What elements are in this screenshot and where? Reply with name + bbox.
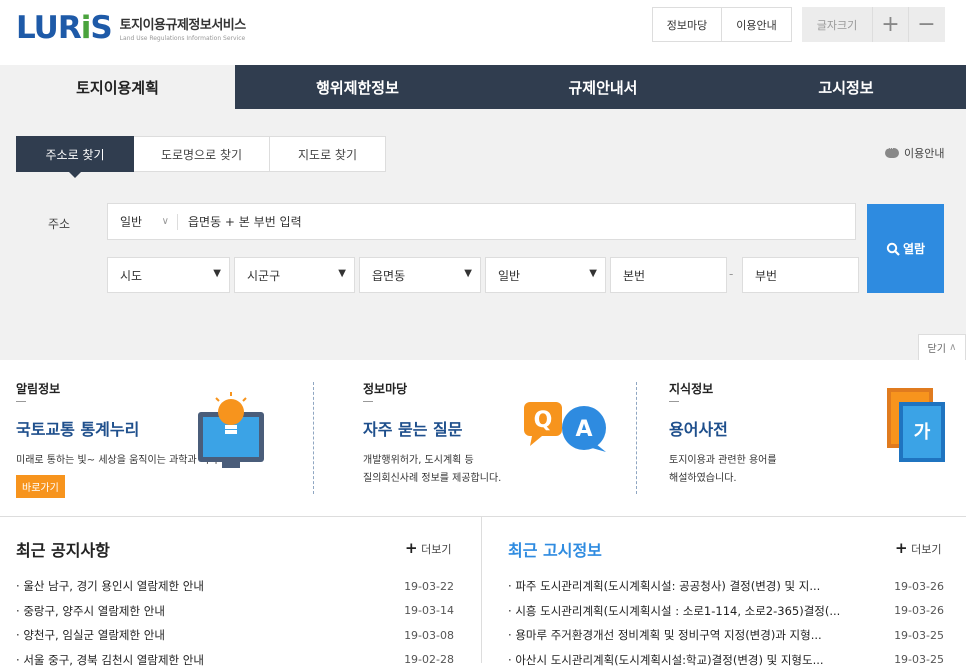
- list-item[interactable]: · 양천구, 임실군 열람제한 안내19-03-08: [16, 623, 454, 648]
- address-input-placeholder: 읍면동 + 본 부번 입력: [178, 213, 302, 230]
- search-panel: 주소로 찾기 도로명으로 찾기 지도로 찾기 이용안내 주소 일반∨ 읍면동 +…: [0, 109, 966, 360]
- tab-regulation-guide[interactable]: 규제안내서: [480, 65, 726, 109]
- plus-icon: +: [405, 539, 418, 557]
- header: LURiS 토지이용규제정보서비스 Land Use Regulations I…: [0, 0, 966, 65]
- tab-notice-info[interactable]: 고시정보: [726, 65, 966, 109]
- chevron-up-icon: ∧: [949, 342, 956, 353]
- sigungu-select[interactable]: 시군구▼: [234, 257, 355, 293]
- notices-title: 최근 공지사항: [16, 537, 110, 561]
- list-item[interactable]: · 울산 남구, 경기 용인시 열람제한 안내19-03-22: [16, 574, 454, 599]
- logo[interactable]: LURiS 토지이용규제정보서비스 Land Use Regulations I…: [16, 10, 246, 46]
- gosi-list: · 파주 도시관리계획(도시계획시설: 공공청사) 결정(변경) 및 지...1…: [508, 574, 944, 672]
- qa-bubble-icon: Q A: [522, 400, 608, 456]
- logo-english-text: Land Use Regulations Information Service: [120, 35, 246, 42]
- info-desc: 개발행위허가, 도시계획 등질의회신사례 정보를 제공합니다.: [363, 452, 603, 488]
- tab-search-address[interactable]: 주소로 찾기: [16, 136, 134, 172]
- main-nav: 토지이용계획 행위제한정보 규제안내서 고시정보: [0, 65, 966, 109]
- caret-down-icon: ▼: [589, 268, 597, 279]
- tab-land-use-plan[interactable]: 토지이용계획: [0, 65, 235, 109]
- tab-restriction-info[interactable]: 행위제한정보: [235, 65, 480, 109]
- address-label: 주소: [48, 215, 70, 232]
- chevron-down-icon: ∨: [162, 214, 169, 230]
- main-number-input[interactable]: 본번: [610, 257, 727, 293]
- info-market-button[interactable]: 정보마당: [652, 7, 722, 42]
- address-input[interactable]: 일반∨ 읍면동 + 본 부번 입력: [107, 203, 856, 240]
- list-item[interactable]: · 중랑구, 양주시 열람제한 안내19-03-14: [16, 599, 454, 624]
- info-head: 정보마당: [363, 380, 603, 397]
- usage-guide-button[interactable]: 이용안내: [722, 7, 792, 42]
- tab-search-road-name[interactable]: 도로명으로 찾기: [134, 136, 270, 172]
- list-item[interactable]: · 서울 중구, 경북 김천시 열람제한 안내19-02-28: [16, 648, 454, 672]
- number-separator: -: [729, 267, 733, 281]
- font-size-label: 글자크기: [802, 17, 872, 33]
- svg-text:A: A: [575, 417, 592, 442]
- sido-select[interactable]: 시도▼: [107, 257, 230, 293]
- font-increase-button[interactable]: +: [872, 7, 908, 42]
- logo-mark: LURiS: [16, 10, 112, 46]
- notices-more-link[interactable]: + 더보기: [405, 539, 451, 557]
- list-item[interactable]: · 시흥 도시관리계획(도시계획시설 : 소로1-114, 소로2-365)결정…: [508, 599, 944, 624]
- recent-gosi: 최근 고시정보 + 더보기 · 파주 도시관리계획(도시계획시설: 공공청사) …: [482, 517, 966, 663]
- info-title-link[interactable]: 용어사전: [669, 416, 869, 440]
- info-col-glossary: 지식정보 용어사전 토지이용과 관련한 용어를해설하였습니다.: [669, 380, 869, 488]
- notices-list: · 울산 남구, 경기 용인시 열람제한 안내19-03-22 · 중랑구, 양…: [16, 574, 454, 672]
- list-item[interactable]: · 용마루 주거환경개선 정비계획 및 정비구역 지정(변경)과 지형...19…: [508, 623, 944, 648]
- shortcut-button[interactable]: 바로가기: [16, 475, 65, 498]
- eupmyeondong-select[interactable]: 읍면동▼: [359, 257, 481, 293]
- tab-search-map[interactable]: 지도로 찾기: [270, 136, 386, 172]
- sub-number-input[interactable]: 부번: [742, 257, 859, 293]
- close-panel-button[interactable]: 닫기 ∧: [918, 334, 966, 360]
- monitor-lightbulb-icon: [194, 390, 268, 470]
- land-type-select[interactable]: 일반▼: [485, 257, 606, 293]
- plus-icon: +: [895, 539, 908, 557]
- view-button[interactable]: 열람: [867, 204, 944, 293]
- font-size-control: 글자크기 + −: [802, 7, 945, 42]
- info-section: 알림정보 국토교통 통계누리 미래로 통하는 빛~ 세상을 움직이는 과학과 이…: [0, 360, 966, 517]
- info-desc: 토지이용과 관련한 용어를해설하였습니다.: [669, 452, 869, 488]
- svg-text:Q: Q: [534, 408, 553, 433]
- logo-korean-text: 토지이용규제정보서비스: [120, 14, 246, 33]
- caret-down-icon: ▼: [338, 268, 346, 279]
- list-item[interactable]: · 파주 도시관리계획(도시계획시설: 공공청사) 결정(변경) 및 지...1…: [508, 574, 944, 599]
- address-type-select[interactable]: 일반∨: [108, 214, 178, 230]
- usage-guide-link[interactable]: 이용안내: [885, 145, 944, 161]
- recent-notices: 최근 공지사항 + 더보기 · 울산 남구, 경기 용인시 열람제한 안내19-…: [0, 517, 481, 663]
- caret-down-icon: ▼: [464, 268, 472, 279]
- search-icon: [886, 242, 900, 256]
- gosi-title: 최근 고시정보: [508, 537, 602, 561]
- gosi-more-link[interactable]: + 더보기: [895, 539, 941, 557]
- book-icon: 가: [885, 386, 947, 470]
- info-head: 지식정보: [669, 380, 869, 397]
- chat-bubble-icon: [885, 148, 899, 158]
- svg-text:가: 가: [914, 422, 931, 443]
- list-item[interactable]: · 아산시 도시관리계획(도시계획시설:학교)결정(변경) 및 지형도...19…: [508, 648, 944, 672]
- caret-down-icon: ▼: [213, 268, 221, 279]
- font-decrease-button[interactable]: −: [908, 7, 944, 42]
